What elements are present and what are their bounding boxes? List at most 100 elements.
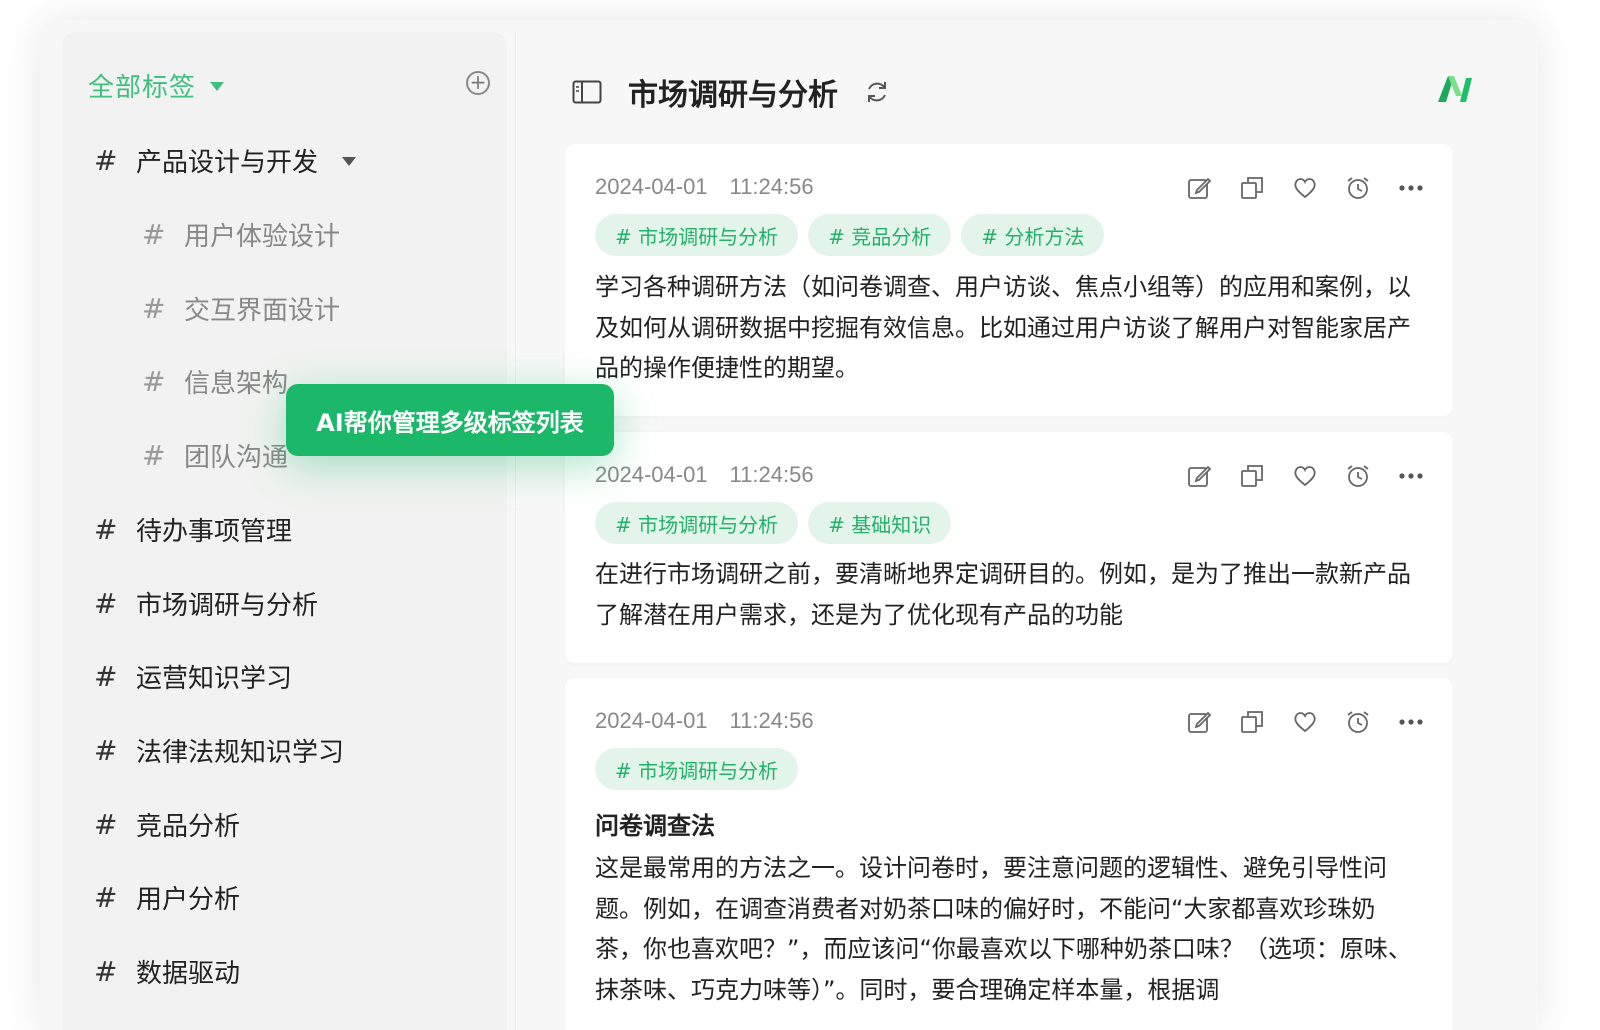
copy-icon bbox=[1241, 465, 1263, 487]
sidebar-item-todo[interactable]: # 待办事项管理 bbox=[94, 507, 292, 551]
note-timestamp: 2024-04-01 11:24:56 bbox=[595, 174, 814, 200]
sidebar-item-team-communication[interactable]: # 团队沟通 bbox=[142, 433, 288, 477]
sidebar-item-label: 信息架构 bbox=[184, 368, 289, 399]
sidebar-item-data-driven[interactable]: # 数据驱动 bbox=[94, 949, 240, 993]
reminder-button[interactable] bbox=[1344, 462, 1372, 490]
favorite-button[interactable] bbox=[1291, 174, 1319, 202]
hash-icon: # bbox=[94, 143, 118, 177]
sidebar-item-label: 运营知识学习 bbox=[136, 663, 293, 694]
note-card[interactable]: 2024-04-01 11:24:56 # 市场调研与分析 # 竞品分析 # 分析… bbox=[565, 144, 1453, 416]
sidebar-item-ux-design[interactable]: # 用户体验设计 bbox=[142, 212, 340, 256]
sidebar-item-product-design[interactable]: # 产品设计与开发 bbox=[94, 138, 357, 182]
copy-button[interactable] bbox=[1238, 462, 1266, 490]
note-body: 在进行市场调研之前，要清晰地界定调研目的。例如，是为了推出一款新产品了解潜在用户… bbox=[595, 560, 1411, 629]
tag-chip[interactable]: # 基础知识 bbox=[808, 502, 952, 544]
note-tags: # 市场调研与分析 bbox=[595, 748, 808, 790]
edit-button[interactable] bbox=[1185, 174, 1213, 202]
tag-chip[interactable]: # 竞品分析 bbox=[808, 214, 952, 256]
chevron-down-icon[interactable] bbox=[342, 156, 357, 166]
heart-icon bbox=[1294, 712, 1316, 733]
app-logo bbox=[1438, 76, 1472, 102]
sidebar-item-label: 团队沟通 bbox=[184, 442, 289, 473]
main-header: 市场调研与分析 bbox=[572, 70, 1472, 114]
edit-button[interactable] bbox=[1185, 708, 1213, 736]
sidebar-item-competitor[interactable]: # 竞品分析 bbox=[94, 802, 240, 846]
copy-icon bbox=[1241, 711, 1263, 733]
hash-icon: # bbox=[142, 364, 166, 398]
chevron-down-icon[interactable] bbox=[210, 81, 225, 91]
note-tags: # 市场调研与分析 # 竞品分析 # 分析方法 bbox=[595, 214, 1114, 256]
sidebar-item-user-analysis[interactable]: # 用户分析 bbox=[94, 875, 240, 919]
sidebar-item-label: 竞品分析 bbox=[136, 811, 241, 842]
favorite-button[interactable] bbox=[1291, 708, 1319, 736]
note-body: 学习各种调研方法（如问卷调查、用户访谈、焦点小组等）的应用和案例，以及如何从调研… bbox=[595, 273, 1411, 382]
page-title: 市场调研与分析 bbox=[628, 78, 838, 113]
sidebar-item-label: 市场调研与分析 bbox=[136, 590, 319, 621]
note-date: 2024-04-01 bbox=[595, 708, 708, 733]
reminder-button[interactable] bbox=[1344, 708, 1372, 736]
note-heading: 问卷调查法 bbox=[595, 812, 715, 840]
alarm-icon bbox=[1347, 465, 1369, 487]
tag-chip[interactable]: # 分析方法 bbox=[961, 214, 1105, 256]
more-button[interactable] bbox=[1397, 462, 1425, 490]
sidebar-item-label: 用户分析 bbox=[136, 884, 241, 915]
refresh-icon[interactable] bbox=[864, 79, 890, 105]
sidebar-item-market-research[interactable]: # 市场调研与分析 bbox=[94, 581, 318, 625]
note-timestamp: 2024-04-01 11:24:56 bbox=[595, 462, 814, 488]
hash-icon: # bbox=[142, 291, 166, 325]
tag-chip[interactable]: # 市场调研与分析 bbox=[595, 748, 799, 790]
tag-chip[interactable]: # 市场调研与分析 bbox=[595, 214, 799, 256]
copy-button[interactable] bbox=[1238, 708, 1266, 736]
edit-icon bbox=[1188, 177, 1212, 199]
more-button[interactable] bbox=[1397, 708, 1425, 736]
alarm-icon bbox=[1347, 711, 1369, 733]
sidebar-item-label: 待办事项管理 bbox=[136, 516, 293, 547]
add-tag-button[interactable]: + bbox=[466, 71, 490, 95]
copy-button[interactable] bbox=[1238, 174, 1266, 202]
sidebar-title[interactable]: 全部标签 bbox=[88, 67, 196, 104]
hash-icon: # bbox=[94, 954, 118, 988]
copy-icon bbox=[1241, 177, 1263, 199]
hash-icon: # bbox=[94, 807, 118, 841]
hash-icon: # bbox=[94, 586, 118, 620]
alarm-icon bbox=[1347, 177, 1369, 199]
more-icon bbox=[1399, 473, 1423, 479]
sidebar-item-label: 数据驱动 bbox=[136, 958, 241, 989]
reminder-button[interactable] bbox=[1344, 174, 1372, 202]
more-icon bbox=[1399, 719, 1423, 725]
ai-tooltip: AI帮你管理多级标签列表 bbox=[286, 384, 614, 456]
note-date: 2024-04-01 bbox=[595, 174, 708, 199]
note-actions bbox=[1160, 462, 1425, 490]
heart-icon bbox=[1294, 466, 1316, 487]
note-body: 这是最常用的方法之一。设计问卷时，要注意问题的逻辑性、避免引导性问题。例如，在调… bbox=[595, 854, 1412, 1004]
sidebar-item-law[interactable]: # 法律法规知识学习 bbox=[94, 728, 344, 772]
edit-icon bbox=[1188, 711, 1212, 733]
more-icon bbox=[1399, 185, 1423, 191]
hash-icon: # bbox=[94, 880, 118, 914]
note-time: 11:24:56 bbox=[729, 708, 814, 733]
sidebar-item-label: 产品设计与开发 bbox=[136, 147, 319, 178]
note-card[interactable]: 2024-04-01 11:24:56 # 市场调研与分析 # 基础知识 在进行市… bbox=[565, 432, 1453, 663]
sidebar-toggle-icon[interactable] bbox=[572, 80, 602, 104]
sidebar-item-info-architecture[interactable]: # 信息架构 bbox=[142, 359, 288, 403]
more-button[interactable] bbox=[1397, 174, 1425, 202]
app-window: 全部标签 + # 产品设计与开发 # 用户体验设计 # 交互界面设计 # 信息架… bbox=[40, 20, 1538, 1030]
note-tags: # 市场调研与分析 # 基础知识 bbox=[595, 502, 961, 544]
note-time: 11:24:56 bbox=[729, 462, 814, 487]
note-actions bbox=[1160, 708, 1425, 736]
hash-icon: # bbox=[142, 438, 166, 472]
sidebar-item-operations[interactable]: # 运营知识学习 bbox=[94, 654, 292, 698]
note-date: 2024-04-01 bbox=[595, 462, 708, 487]
sidebar-item-ui-design[interactable]: # 交互界面设计 bbox=[142, 286, 340, 330]
edit-button[interactable] bbox=[1185, 462, 1213, 490]
sidebar-header[interactable]: 全部标签 + bbox=[88, 65, 490, 105]
hash-icon: # bbox=[94, 659, 118, 693]
tag-chip[interactable]: # 市场调研与分析 bbox=[595, 502, 799, 544]
sidebar-divider bbox=[515, 32, 516, 1030]
favorite-button[interactable] bbox=[1291, 462, 1319, 490]
heart-icon bbox=[1294, 178, 1316, 199]
hash-icon: # bbox=[94, 512, 118, 546]
hash-icon: # bbox=[142, 217, 166, 251]
note-card[interactable]: 2024-04-01 11:24:56 # 市场调研与分析 问卷调查法 这是最常用… bbox=[565, 678, 1453, 1030]
sidebar-item-label: 交互界面设计 bbox=[184, 295, 341, 326]
